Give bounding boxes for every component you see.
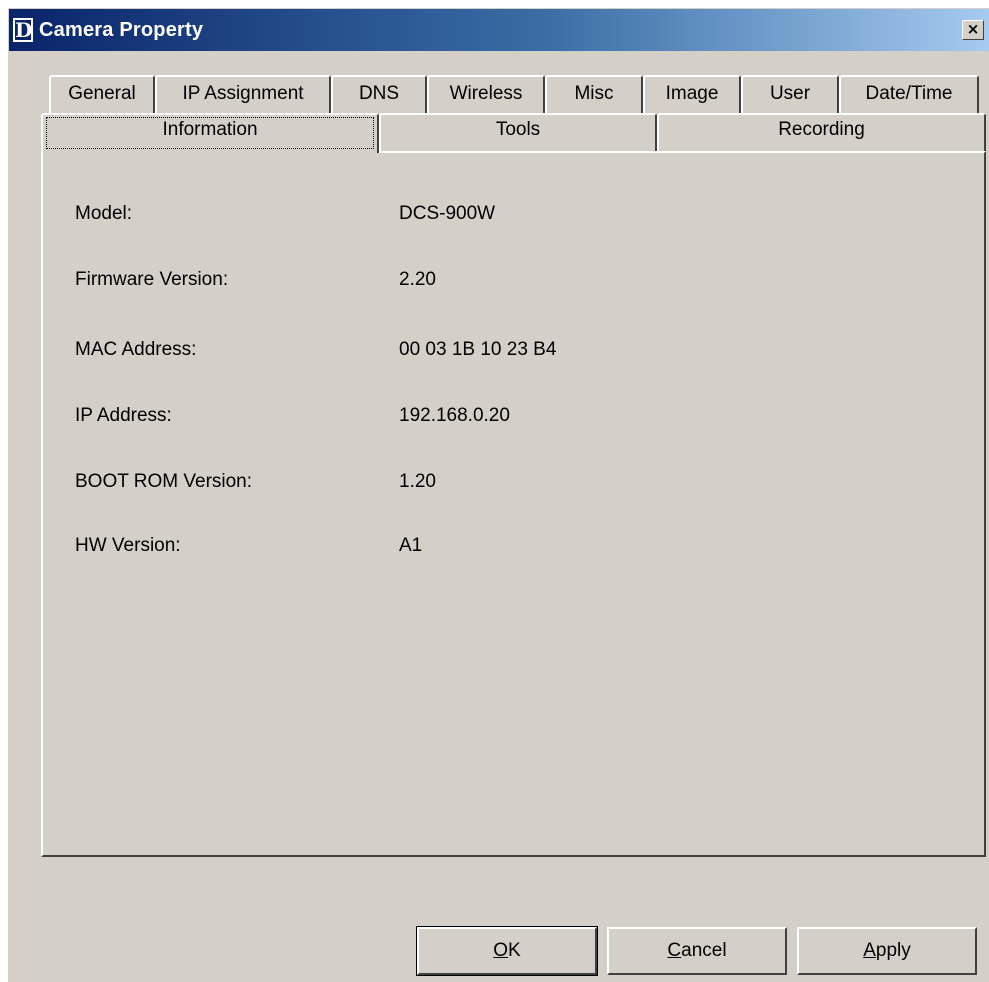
mac-address-value: 00 03 1B 10 23 B4: [399, 339, 557, 360]
tab-tools[interactable]: Tools: [379, 113, 657, 153]
boot-rom-version-value: 1.20: [399, 471, 436, 492]
model-value: DCS-900W: [399, 203, 496, 224]
mac-address-label: MAC Address:: [75, 339, 197, 360]
tab-user[interactable]: User: [741, 75, 839, 113]
firmware-version-label: Firmware Version:: [75, 269, 229, 290]
boot-rom-version-label: BOOT ROM Version:: [75, 471, 253, 492]
focus-rectangle: [46, 117, 374, 149]
hw-version-value: A1: [399, 535, 423, 556]
firmware-version-value: 2.20: [399, 269, 436, 290]
ip-address-value: 192.168.0.20: [399, 405, 510, 426]
tab-label: Tools: [495, 119, 541, 140]
tab-misc[interactable]: Misc: [545, 75, 643, 113]
camera-property-dialog: D Camera Property × General IP Assignmen…: [8, 8, 989, 982]
tab-label: DNS: [358, 83, 400, 104]
apply-button[interactable]: Apply: [797, 927, 977, 975]
tab-label: General: [68, 83, 136, 104]
tab-image[interactable]: Image: [643, 75, 741, 113]
tab-wireless[interactable]: Wireless: [427, 75, 545, 113]
tab-label: Image: [665, 83, 719, 104]
apply-mnemonic: A: [863, 940, 876, 961]
tab-general[interactable]: General: [49, 75, 155, 113]
dlink-d-icon: D: [13, 18, 33, 42]
cancel-mnemonic: C: [667, 940, 682, 961]
tab-date-time[interactable]: Date/Time: [839, 75, 979, 113]
tab-label: User: [769, 83, 811, 104]
tab-ip-assignment[interactable]: IP Assignment: [155, 75, 331, 113]
tab-label: Recording: [778, 119, 865, 140]
information-panel: Model: DCS-900W Firmware Version: 2.20 M…: [41, 151, 986, 857]
tab-recording[interactable]: Recording: [657, 113, 986, 153]
tab-label: Misc: [574, 83, 614, 104]
tab-information[interactable]: Information: [41, 113, 379, 153]
ok-button[interactable]: OK: [416, 926, 598, 976]
window-title: Camera Property: [39, 19, 204, 41]
ok-label-rest: K: [508, 940, 521, 961]
cancel-button[interactable]: Cancel: [607, 927, 787, 975]
tab-label: Wireless: [449, 83, 523, 104]
hw-version-label: HW Version:: [75, 535, 181, 556]
tab-label: Date/Time: [865, 83, 953, 104]
title-bar[interactable]: D Camera Property ×: [9, 9, 989, 51]
model-label: Model:: [75, 203, 133, 224]
cancel-label-rest: ancel: [681, 940, 727, 961]
close-icon[interactable]: ×: [962, 20, 984, 40]
ip-address-label: IP Address:: [75, 405, 172, 426]
ok-mnemonic: O: [493, 940, 509, 961]
tab-dns[interactable]: DNS: [331, 75, 427, 113]
apply-label-rest: pply: [875, 940, 911, 961]
tab-label: IP Assignment: [182, 83, 304, 104]
